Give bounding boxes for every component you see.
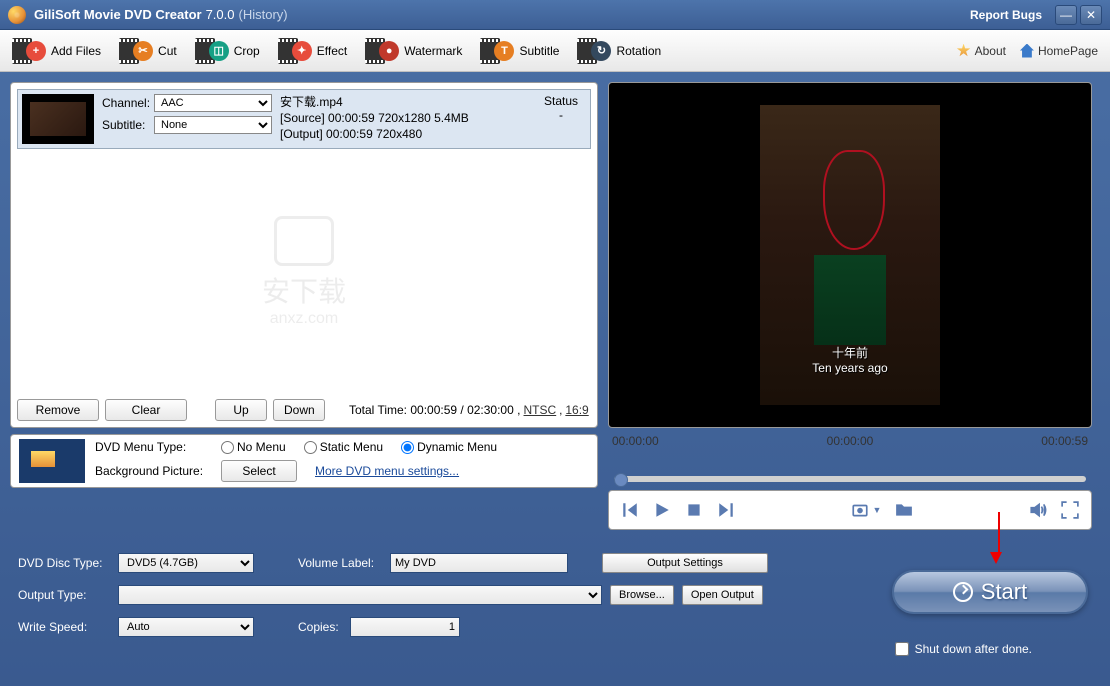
- app-version: 7.0.0: [206, 7, 235, 22]
- timeline-slider[interactable]: [614, 476, 1086, 482]
- effect-button[interactable]: ✦Effect: [278, 30, 347, 71]
- history-link[interactable]: (History): [239, 7, 288, 22]
- play-button[interactable]: [653, 501, 671, 519]
- static-menu-radio[interactable]: Static Menu: [304, 440, 383, 454]
- crop-button[interactable]: ◫Crop: [195, 30, 260, 71]
- stop-button[interactable]: [685, 501, 703, 519]
- player-controls: ▼: [608, 490, 1092, 530]
- cut-button[interactable]: ✂Cut: [119, 30, 177, 71]
- time-start: 00:00:00: [612, 434, 659, 448]
- open-output-button[interactable]: Open Output: [682, 585, 763, 605]
- report-bugs-link[interactable]: Report Bugs: [970, 8, 1042, 22]
- disc-type-label: DVD Disc Type:: [18, 556, 110, 570]
- output-type-label: Output Type:: [18, 588, 110, 602]
- output-type-select[interactable]: [118, 585, 602, 605]
- volume-button[interactable]: [1029, 501, 1047, 519]
- homepage-link[interactable]: HomePage: [1020, 44, 1098, 58]
- total-time: Total Time: 00:00:59 / 02:30:00 , NTSC ,…: [349, 403, 589, 417]
- file-info: 安下载.mp4 [Source] 00:00:59 720x1280 5.4MB…: [280, 94, 528, 144]
- toolbar: +Add Files ✂Cut ◫Crop ✦Effect ●Watermark…: [0, 30, 1110, 72]
- refresh-icon: [953, 582, 973, 602]
- prev-button[interactable]: [621, 501, 639, 519]
- down-button[interactable]: Down: [273, 399, 325, 421]
- browse-button[interactable]: Browse...: [610, 585, 674, 605]
- watermark-overlay: 安下载 anxz.com: [262, 216, 346, 328]
- app-icon: [8, 6, 26, 24]
- app-name: GiliSoft Movie DVD Creator: [34, 7, 202, 22]
- write-speed-select[interactable]: Auto: [118, 617, 254, 637]
- menu-panel: DVD Menu Type: No Menu Static Menu Dynam…: [10, 434, 598, 488]
- file-list-panel: Channel: AAC Subtitle: None 安下载.mp4 [Sourc…: [10, 82, 598, 428]
- add-files-button[interactable]: +Add Files: [12, 30, 101, 71]
- copies-input[interactable]: [350, 617, 460, 637]
- folder-button[interactable]: [895, 501, 913, 519]
- shutdown-checkbox[interactable]: Shut down after done.: [895, 642, 1032, 656]
- star-icon: [957, 44, 971, 58]
- home-icon: [1020, 44, 1034, 58]
- menu-thumbnail: [19, 439, 85, 483]
- file-item[interactable]: Channel: AAC Subtitle: None 安下载.mp4 [Sourc…: [17, 89, 591, 149]
- time-end: 00:00:59: [1041, 434, 1088, 448]
- volume-label-input[interactable]: [390, 553, 568, 573]
- titlebar: GiliSoft Movie DVD Creator 7.0.0 (Histor…: [0, 0, 1110, 30]
- more-menu-settings-link[interactable]: More DVD menu settings...: [315, 464, 459, 478]
- video-frame: 十年前Ten years ago: [760, 105, 940, 405]
- preview-panel: 十年前Ten years ago: [608, 82, 1092, 428]
- status-header: Status: [536, 94, 586, 108]
- channel-select[interactable]: AAC: [154, 94, 272, 112]
- copies-label: Copies:: [298, 620, 342, 634]
- select-bg-button[interactable]: Select: [221, 460, 297, 482]
- write-speed-label: Write Speed:: [18, 620, 110, 634]
- menu-type-label: DVD Menu Type:: [95, 440, 213, 454]
- close-button[interactable]: ✕: [1080, 5, 1102, 25]
- disc-type-select[interactable]: DVD5 (4.7GB): [118, 553, 254, 573]
- about-link[interactable]: About: [957, 44, 1006, 58]
- no-menu-radio[interactable]: No Menu: [221, 440, 286, 454]
- dynamic-menu-radio[interactable]: Dynamic Menu: [401, 440, 497, 454]
- output-settings-button[interactable]: Output Settings: [602, 553, 768, 573]
- rotation-button[interactable]: ↻Rotation: [577, 30, 661, 71]
- watermark-button[interactable]: ●Watermark: [365, 30, 462, 71]
- start-button[interactable]: Start: [892, 570, 1088, 614]
- status-value: -: [536, 108, 586, 122]
- subtitle-button[interactable]: TSubtitle: [480, 30, 559, 71]
- clear-button[interactable]: Clear: [105, 399, 187, 421]
- bg-picture-label: Background Picture:: [95, 464, 213, 478]
- ratio-link[interactable]: 16:9: [565, 403, 588, 417]
- fullscreen-button[interactable]: [1061, 501, 1079, 519]
- up-button[interactable]: Up: [215, 399, 267, 421]
- next-button[interactable]: [717, 501, 735, 519]
- ntsc-link[interactable]: NTSC: [524, 403, 557, 417]
- file-thumbnail: [22, 94, 94, 144]
- minimize-button[interactable]: —: [1055, 5, 1077, 25]
- channel-label: Channel:: [102, 96, 150, 110]
- time-mid: 00:00:00: [827, 434, 874, 448]
- subtitle-select[interactable]: None: [154, 116, 272, 134]
- remove-button[interactable]: Remove: [17, 399, 99, 421]
- subtitle-label: Subtitle:: [102, 118, 150, 132]
- snapshot-button[interactable]: [851, 501, 869, 519]
- volume-label-label: Volume Label:: [298, 556, 382, 570]
